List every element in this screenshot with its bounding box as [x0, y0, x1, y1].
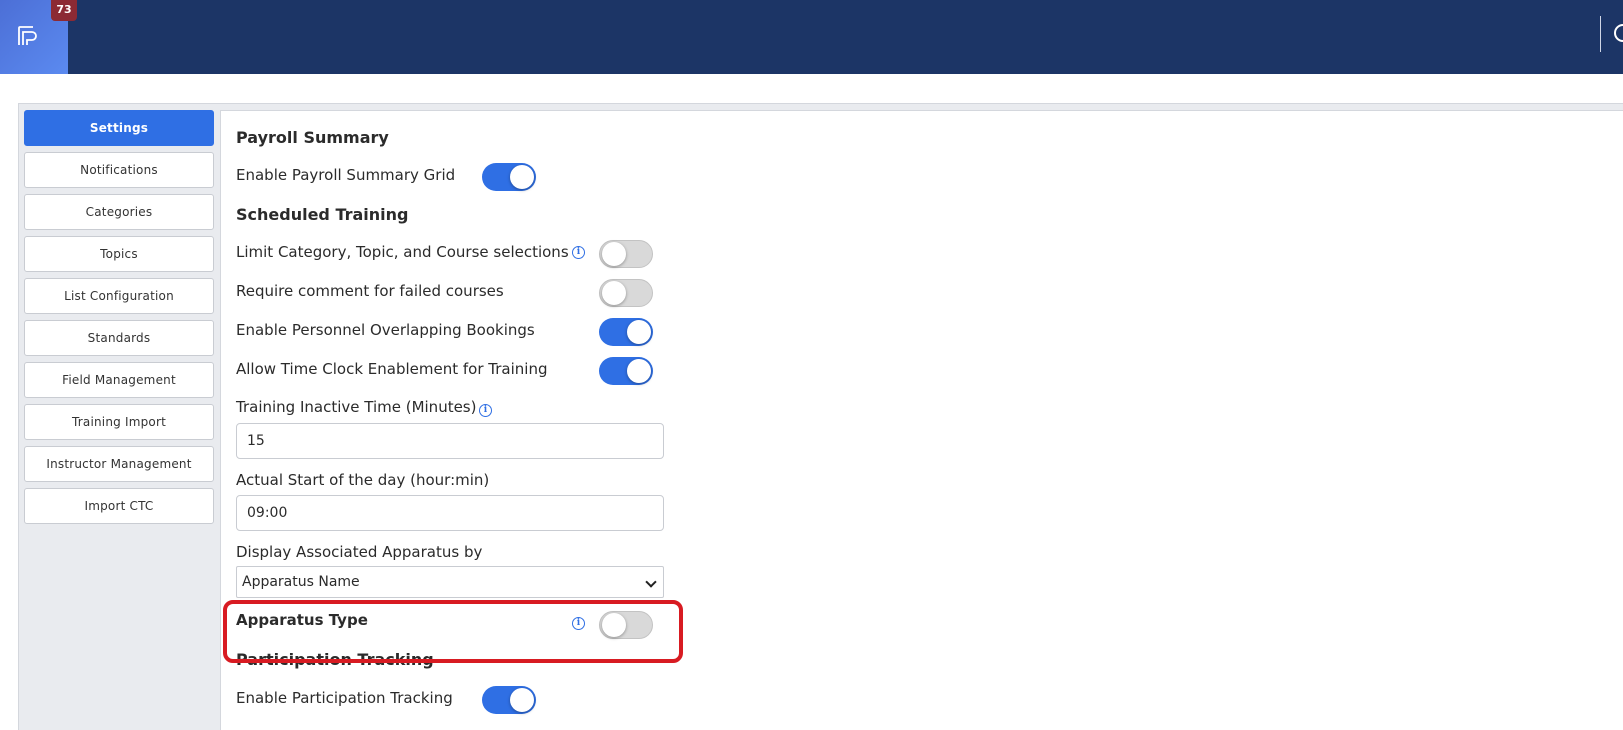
- topbar-divider: [1600, 16, 1601, 52]
- sidebar-item-instructor-management[interactable]: Instructor Management: [24, 446, 214, 482]
- sidebar-item-notifications[interactable]: Notifications: [24, 152, 214, 188]
- require-comment-toggle[interactable]: [599, 279, 653, 307]
- enable-participation-label: Enable Participation Tracking: [236, 689, 453, 707]
- settings-sidebar: Settings Notifications Categories Topics…: [24, 110, 214, 530]
- sidebar-item-field-management[interactable]: Field Management: [24, 362, 214, 398]
- apparatus-display-label: Display Associated Apparatus by: [236, 543, 483, 561]
- enable-participation-toggle[interactable]: [482, 686, 536, 714]
- enable-payroll-grid-label: Enable Payroll Summary Grid: [236, 166, 456, 184]
- sidebar-item-topics[interactable]: Topics: [24, 236, 214, 272]
- info-icon[interactable]: i: [572, 617, 585, 630]
- search-icon[interactable]: [1614, 24, 1623, 42]
- limit-selections-label: Limit Category, Topic, and Course select…: [236, 243, 569, 261]
- top-nav-bar: 73: [0, 0, 1623, 74]
- payroll-summary-heading: Payroll Summary: [236, 128, 389, 147]
- sidebar-item-settings[interactable]: Settings: [24, 110, 214, 146]
- notification-count-badge[interactable]: 73: [51, 0, 77, 21]
- settings-panel: Payroll Summary Enable Payroll Summary G…: [220, 110, 1623, 730]
- toggle-knob: [627, 359, 651, 383]
- toggle-knob: [510, 688, 534, 712]
- sidebar-item-list-configuration[interactable]: List Configuration: [24, 278, 214, 314]
- toggle-knob: [602, 613, 626, 637]
- toggle-knob: [510, 165, 534, 189]
- info-icon[interactable]: i: [572, 246, 585, 259]
- toggle-knob: [627, 320, 651, 344]
- document-logo-icon: [18, 26, 37, 45]
- toggle-knob: [602, 242, 626, 266]
- overlapping-bookings-toggle[interactable]: [599, 318, 653, 346]
- require-comment-label: Require comment for failed courses: [236, 282, 504, 300]
- chevron-down-icon: [645, 576, 657, 588]
- inactive-time-label: Training Inactive Time (Minutes): [236, 398, 477, 416]
- time-clock-toggle[interactable]: [599, 357, 653, 385]
- info-icon[interactable]: i: [479, 404, 492, 417]
- sidebar-item-training-import[interactable]: Training Import: [24, 404, 214, 440]
- sidebar-item-import-ctc[interactable]: Import CTC: [24, 488, 214, 524]
- scheduled-training-heading: Scheduled Training: [236, 205, 409, 224]
- start-of-day-input[interactable]: [236, 495, 664, 531]
- enable-payroll-grid-toggle[interactable]: [482, 163, 536, 191]
- inactive-time-input[interactable]: [236, 423, 664, 459]
- time-clock-label: Allow Time Clock Enablement for Training: [236, 360, 548, 378]
- overlapping-bookings-label: Enable Personnel Overlapping Bookings: [236, 321, 535, 339]
- apparatus-display-select[interactable]: Apparatus Name: [236, 566, 664, 598]
- apparatus-display-selected: Apparatus Name: [242, 574, 360, 590]
- start-of-day-label: Actual Start of the day (hour:min): [236, 471, 490, 489]
- toggle-knob: [602, 281, 626, 305]
- sidebar-item-categories[interactable]: Categories: [24, 194, 214, 230]
- apparatus-type-toggle[interactable]: [599, 611, 653, 639]
- participation-tracking-heading: Participation Tracking: [236, 650, 434, 669]
- sidebar-item-standards[interactable]: Standards: [24, 320, 214, 356]
- limit-selections-toggle[interactable]: [599, 240, 653, 268]
- apparatus-type-label: Apparatus Type: [236, 611, 368, 629]
